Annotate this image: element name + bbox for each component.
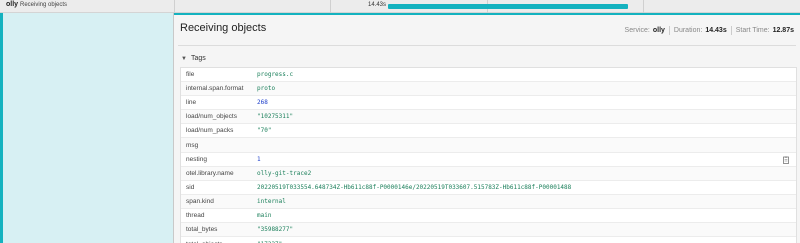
start-time-meta-label: Start Time: (735, 27, 770, 34)
timeline-tick (330, 0, 331, 13)
tag-value: 268 (257, 99, 268, 107)
service-meta-label: Service: (624, 27, 650, 34)
timeline-tick (643, 0, 644, 13)
tag-value: olly-git-trace2 (257, 169, 312, 177)
tag-row[interactable]: msg (181, 138, 796, 153)
tag-row[interactable]: file progress.c (181, 68, 796, 83)
tag-row[interactable]: otel.library.name olly-git-trace2 (181, 166, 796, 181)
span-duration-label: 14.43s (368, 2, 387, 8)
chevron-down-icon: ▼ (181, 55, 187, 62)
span-operation-name: Receiving objects (20, 2, 68, 8)
tag-row[interactable]: load/num_packs "70" (181, 124, 796, 139)
tag-key: sid (186, 183, 195, 191)
tag-key: nesting (186, 155, 207, 163)
meta-separator (730, 26, 732, 35)
span-service-name: olly (6, 1, 19, 8)
tag-key: thread (186, 211, 205, 219)
tag-key: line (186, 99, 197, 107)
tag-value: progress.c (257, 71, 294, 79)
tag-row[interactable]: total_bytes "35988277" (181, 223, 796, 238)
tag-value: "10275311" (257, 113, 294, 121)
tag-key: span.kind (186, 197, 214, 205)
tags-table: file progress.c internal.span.format proto l… (180, 67, 797, 243)
span-row[interactable]: olly Receiving objects 14.43s (0, 0, 800, 13)
tag-value: "70" (257, 127, 272, 135)
tag-row[interactable]: line 268 (181, 96, 796, 111)
tag-row[interactable]: sid 20220519T033554.648734Z-Hb611c88f-P00… (181, 181, 796, 195)
tag-row[interactable]: total_objects"17337" (181, 237, 796, 243)
tag-key: file (186, 71, 195, 79)
tag-value: internal (257, 197, 286, 205)
tag-key: load/num_packs (186, 127, 234, 135)
selected-span-accent (0, 13, 3, 243)
tag-key: otel.library.name (186, 169, 234, 177)
duration-meta-label: Duration: (673, 27, 703, 34)
service-meta-value: olly (652, 27, 665, 34)
tag-value: 20220519T033554.648734Z-Hb611c88f-P00001… (257, 183, 572, 191)
span-name-column (0, 13, 174, 243)
tag-row[interactable]: internal.span.format proto (181, 82, 796, 97)
meta-separator (668, 26, 670, 35)
tag-value: 1 (257, 155, 261, 163)
tag-value: "35988277" (257, 226, 294, 234)
copy-icon[interactable] (782, 156, 790, 164)
duration-meta-value: 14.43s (705, 27, 727, 34)
tag-row[interactable]: load/num_objects "10275311" (181, 110, 796, 125)
start-time-meta-value: 12.87s (772, 27, 794, 34)
tag-row[interactable]: thread main (181, 209, 796, 224)
span-meta: Service: olly Duration: 14.43s Start Tim… (625, 26, 794, 35)
tag-key: total_bytes (186, 226, 218, 234)
tag-value: main (257, 211, 272, 219)
tags-section-toggle[interactable]: ▼ Tags (181, 55, 206, 62)
detail-divider (178, 45, 796, 46)
tag-key: internal.span.format (186, 85, 244, 93)
timeline-tick (174, 0, 175, 13)
tag-value: proto (257, 85, 276, 93)
span-detail-title: Receiving objects (180, 22, 267, 34)
tags-section-label: Tags (190, 55, 206, 62)
span-duration-bar[interactable] (388, 4, 628, 9)
tag-key: msg (186, 141, 199, 149)
tag-row[interactable]: span.kind internal (181, 194, 796, 209)
span-detail-panel: Receiving objects Service: olly Duration… (174, 13, 800, 243)
tag-row[interactable]: nesting 1 (181, 153, 796, 167)
tag-key: load/num_objects (186, 113, 237, 121)
detail-accent-line (174, 13, 800, 15)
